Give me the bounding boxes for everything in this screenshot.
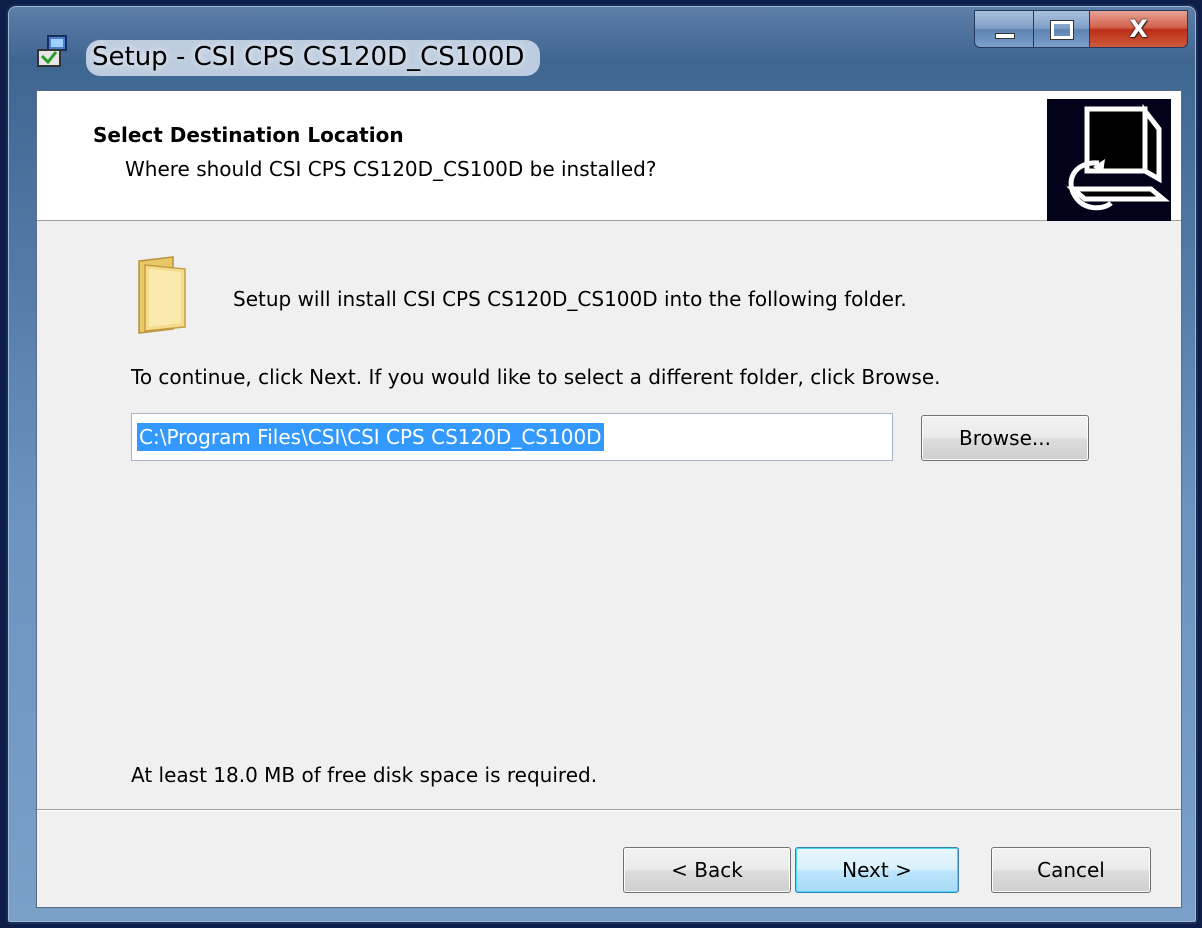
- computer-install-icon: [1047, 99, 1171, 221]
- next-button[interactable]: Next >: [795, 847, 959, 893]
- setup-app-icon: [34, 34, 70, 70]
- divider: [37, 809, 1181, 811]
- disk-space-text: At least 18.0 MB of free disk space is r…: [131, 763, 598, 787]
- page-title: Select Destination Location: [93, 123, 404, 147]
- minimize-icon: [995, 33, 1015, 39]
- folder-icon: [133, 255, 197, 335]
- wizard-client-area: Select Destination Location Where should…: [36, 90, 1182, 908]
- window-title: Setup - CSI CPS CS120D_CS100D: [86, 40, 541, 76]
- wizard-header: Select Destination Location Where should…: [37, 91, 1181, 221]
- install-path-input[interactable]: [131, 413, 893, 461]
- intro-text: Setup will install CSI CPS CS120D_CS100D…: [233, 287, 907, 311]
- page-subtitle: Where should CSI CPS CS120D_CS100D be in…: [125, 157, 657, 181]
- close-icon: X: [1129, 15, 1148, 43]
- caption-buttons: X: [974, 10, 1188, 48]
- title-bar[interactable]: Setup - CSI CPS CS120D_CS100D X: [8, 6, 1196, 90]
- instructions-text: To continue, click Next. If you would li…: [131, 365, 941, 389]
- minimize-button[interactable]: [974, 10, 1034, 48]
- cancel-button[interactable]: Cancel: [991, 847, 1151, 893]
- browse-button[interactable]: Browse...: [921, 415, 1089, 461]
- maximize-button[interactable]: [1034, 10, 1090, 48]
- maximize-icon: [1051, 21, 1073, 39]
- close-button[interactable]: X: [1090, 10, 1188, 48]
- back-button[interactable]: < Back: [623, 847, 791, 893]
- setup-window: Setup - CSI CPS CS120D_CS100D X Select D…: [6, 4, 1198, 924]
